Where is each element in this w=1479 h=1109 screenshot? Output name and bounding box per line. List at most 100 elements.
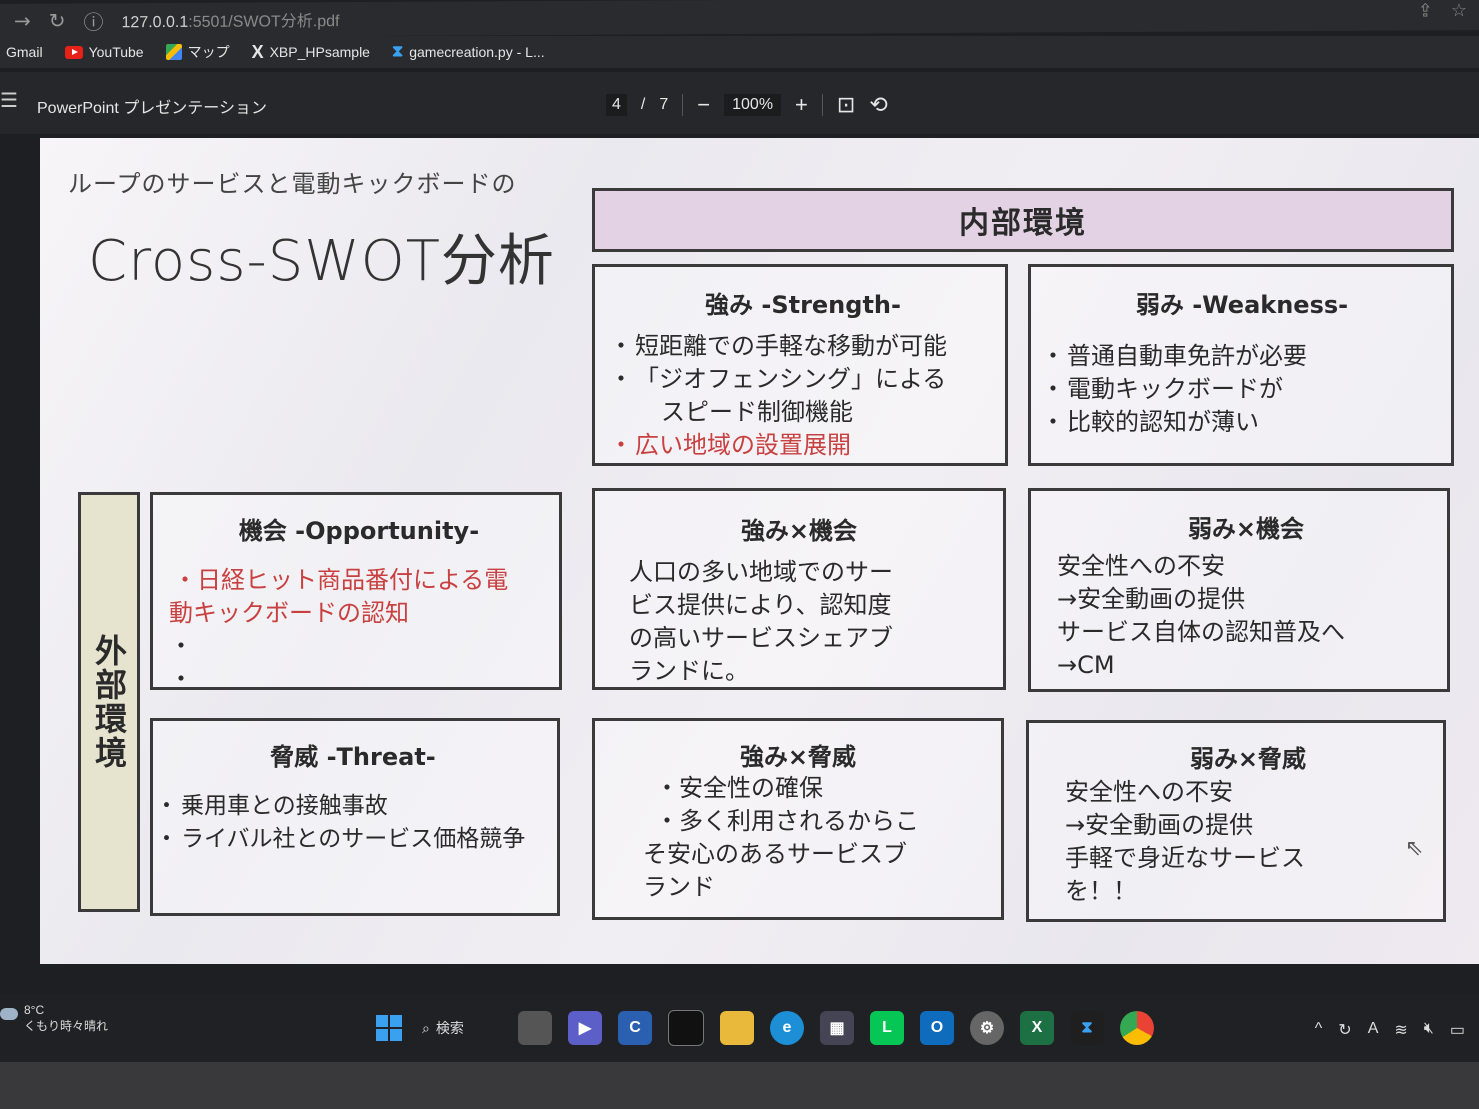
bookmarks-bar: Gmail YouTube マップ X XBP_HPsample ⧗ gamecre… <box>0 36 1479 68</box>
vscode-icon: ⧗ <box>391 43 404 60</box>
weakness-continuation: 比較的認知が薄い <box>1041 406 1439 439</box>
strength-continuation: スピード制御機能 <box>613 396 993 429</box>
edge-icon[interactable]: e <box>770 1011 804 1045</box>
taskbar-search[interactable]: ⌕ 検索 <box>422 1018 502 1038</box>
app-c-icon[interactable]: C <box>618 1011 652 1045</box>
wt-heading: 弱み×脅威 <box>1189 745 1307 773</box>
weather-temperature: 8°C <box>24 1003 45 1017</box>
strength-item-highlight: 広い地域の設置展開 <box>609 429 993 462</box>
ime-icon[interactable]: A <box>1368 1020 1379 1040</box>
slide-title: Cross-SWOT分析 <box>88 229 555 294</box>
page-total: 7 <box>659 96 669 113</box>
vscode-taskbar-icon[interactable]: ⧗ <box>1070 1011 1104 1045</box>
chrome-icon[interactable] <box>1120 1011 1154 1045</box>
strength-continuation-text: スピード制御機能 <box>661 398 853 426</box>
strength-box: 強み -Strength- 短距離での手軽な移動が可能 「ジオフェンシング」によ… <box>592 264 1008 466</box>
wt-line: →安全動画の提供 <box>1065 811 1254 839</box>
zoom-level[interactable]: 100% <box>724 94 782 116</box>
bookmark-label: YouTube <box>88 44 144 60</box>
bookmark-gmail[interactable]: Gmail <box>6 44 43 60</box>
weakness-item: 普通自動車免許が必要 <box>1041 340 1439 373</box>
bookmark-label: gamecreation.py - L... <box>409 44 545 60</box>
windows-start-icon[interactable] <box>372 1011 406 1045</box>
wo-line: →CM <box>1057 651 1115 679</box>
page-navigation: 4 / 7 − 100% + ⊡ ⟲ <box>606 92 888 118</box>
st-line: ・多く利用されるからこ <box>655 807 919 835</box>
bookmark-maps[interactable]: マップ <box>165 42 230 62</box>
reload-icon[interactable]: ↻ <box>49 9 66 33</box>
weakness-threat-box: 弱み×脅威 安全性への不安 →安全動画の提供 手軽で身近なサービス を！！ <box>1026 720 1446 922</box>
so-heading: 強み×機会 <box>740 517 858 545</box>
task-view-icon[interactable] <box>518 1011 552 1045</box>
zoom-out-button[interactable]: − <box>697 92 710 118</box>
external-environment-header: 外部環境 <box>78 492 140 912</box>
browser-address-bar: → ↻ ⓘ 127.0.0.1:5501/SWOT分析.pdf ⇪ ☆ <box>0 0 1479 38</box>
os-taskbar: 8°C くもり時々晴れ ⌕ 検索 ▶ C e ▦ L O ⚙ X ⧗ ^ ↻ A … <box>0 994 1479 1062</box>
line-icon[interactable]: L <box>870 1011 904 1045</box>
slide-subtitle: ループのサービスと電動キックボードの <box>68 170 517 198</box>
internal-environment-header: 内部環境 <box>592 188 1454 252</box>
store-icon[interactable]: ▦ <box>820 1011 854 1045</box>
x-icon: X <box>251 41 264 62</box>
opportunity-item-cont: 動キックボードの認知 <box>169 599 409 627</box>
document-title: PowerPoint プレゼンテーション <box>37 100 267 117</box>
st-heading: 強み×脅威 <box>739 743 857 771</box>
weakness-heading: 弱み -Weakness- <box>1135 291 1349 319</box>
so-line: ランドに。 <box>629 657 749 685</box>
slide-page: ループのサービスと電動キックボードの Cross-SWOT分析 内部環境 外部環… <box>40 138 1479 964</box>
page-separator: / <box>640 96 646 113</box>
mute-icon[interactable]: 🔇︎ <box>1424 1020 1434 1040</box>
zoom-in-button[interactable]: + <box>795 92 808 118</box>
bookmark-youtube[interactable]: YouTube <box>64 44 144 60</box>
file-explorer-icon[interactable] <box>720 1011 754 1045</box>
wt-line: 手軽で身近なサービス <box>1065 844 1305 872</box>
toolbar-divider <box>682 94 684 116</box>
threat-item: 乗用車との接触事故 <box>155 790 547 823</box>
terminal-icon[interactable] <box>668 1010 704 1046</box>
battery-icon[interactable]: ▭ <box>1450 1020 1465 1040</box>
bookmark-label: マップ <box>187 44 230 60</box>
fit-page-icon[interactable]: ⊡ <box>837 92 855 118</box>
search-icon: ⌕ <box>422 1019 430 1036</box>
bookmark-label: XBP_HPsample <box>269 44 370 60</box>
menu-icon[interactable]: ☰ <box>0 88 18 113</box>
pdf-toolbar: ☰ PowerPoint プレゼンテーション 4 / 7 − 100% + ⊡ … <box>0 72 1479 134</box>
laptop-bezel <box>0 1062 1479 1109</box>
sync-icon[interactable]: ↻ <box>1338 1020 1351 1040</box>
opportunity-box: 機会 -Opportunity- ・日経ヒット商品番付による電 動キックボードの… <box>150 492 562 693</box>
strength-threat-box: 強み×脅威 ・安全性の確保 ・多く利用されるからこ そ安心のあるサービスブ ラン… <box>592 718 1004 920</box>
opportunity-empty-bullet: ・ <box>169 665 193 693</box>
excel-icon[interactable]: X <box>1020 1011 1054 1045</box>
weather-widget[interactable]: 8°C くもり時々晴れ <box>24 1002 108 1034</box>
so-line: の高いサービスシェアブ <box>629 624 893 652</box>
settings-gear-icon[interactable]: ⚙ <box>970 1011 1004 1045</box>
strength-item: 「ジオフェンシング」による <box>609 363 993 396</box>
wt-line: を！！ <box>1065 877 1137 905</box>
outlook-icon[interactable]: O <box>920 1011 954 1045</box>
share-icon[interactable]: ⇪ <box>1418 0 1433 21</box>
site-info-icon[interactable]: ⓘ <box>84 6 104 35</box>
search-label: 検索 <box>435 1020 464 1036</box>
chevron-up-icon[interactable]: ^ <box>1315 1020 1323 1040</box>
bookmark-gamecreation[interactable]: ⧗ gamecreation.py - L... <box>392 43 545 61</box>
mouse-cursor-icon: ⇖ <box>1405 836 1424 861</box>
wo-line: サービス自体の認知普及へ <box>1057 618 1345 646</box>
forward-icon[interactable]: → <box>14 9 31 33</box>
internal-environment-label: 内部環境 <box>959 206 1087 241</box>
opportunity-item: ・日経ヒット商品番付による電 <box>173 566 509 594</box>
strength-opportunity-box: 強み×機会 人口の多い地域でのサー ビス提供により、認知度 の高いサービスシェア… <box>592 488 1006 690</box>
bookmark-label: Gmail <box>6 44 43 60</box>
bookmark-xbp[interactable]: X XBP_HPsample <box>252 42 370 63</box>
cloud-icon <box>0 1008 18 1020</box>
rotate-icon[interactable]: ⟲ <box>869 92 887 118</box>
so-line: 人口の多い地域でのサー <box>629 558 893 586</box>
bookmark-star-icon[interactable]: ☆ <box>1451 0 1467 21</box>
url-field[interactable]: 127.0.0.1:5501/SWOT分析.pdf <box>122 7 340 32</box>
teams-icon[interactable]: ▶ <box>568 1011 602 1045</box>
wifi-icon[interactable]: ≋ <box>1394 1020 1407 1040</box>
wo-line: →安全動画の提供 <box>1057 585 1246 613</box>
weakness-box: 弱み -Weakness- 普通自動車免許が必要 電動キックボードが 比較的認知… <box>1028 264 1454 466</box>
external-environment-label: 外部環境 <box>90 634 128 770</box>
page-number-input[interactable]: 4 <box>606 94 627 116</box>
so-line: ビス提供により、認知度 <box>629 591 892 619</box>
